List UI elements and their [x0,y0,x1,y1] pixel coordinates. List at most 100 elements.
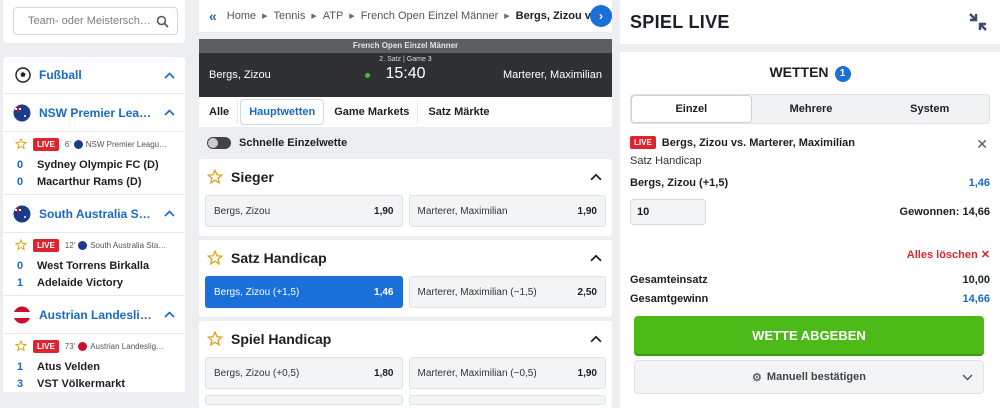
breadcrumb-item[interactable]: Home [227,10,256,22]
league-label: South Australia S… [39,206,151,221]
live-badge: LIVE [630,136,656,149]
close-icon[interactable]: ✕ [976,136,988,153]
austria-flag-icon [13,306,31,323]
star-icon[interactable] [15,340,27,352]
league-header[interactable]: Austrian Landesli… [3,296,185,334]
clear-all-button[interactable]: Alles löschen ✕ [630,248,990,261]
stake-row: 10 Gewonnen: 14,66 [630,199,990,225]
manual-confirm-label: Manuell bestätigen [766,371,866,383]
chevron-up-icon[interactable] [590,335,602,343]
team-score: 1 [17,276,24,289]
match-meta[interactable]: LIVE 6' NSW Premier Leagu… [3,132,185,156]
team-score: 1 [17,360,24,373]
tab-alle[interactable]: Alle [201,100,239,124]
chevron-up-icon[interactable] [590,254,602,262]
tab-einzel[interactable]: Einzel [631,95,752,123]
search-input[interactable]: Team- oder Meistersch… [13,7,178,35]
tab-hauptwetten[interactable]: Hauptwetten [240,99,325,125]
match-meta[interactable]: LIVE 73' Austrian Landeslig… [3,334,185,358]
odds-row: Bergs, Zizou 1,90 Marterer, Maximilian 1,9… [199,195,612,227]
odds-value: 1,90 [374,205,394,217]
football-icon [15,67,31,83]
team-score: 0 [17,175,24,188]
team-row[interactable]: 0 Macarthur Rams (D) [3,173,185,190]
chevron-right-icon[interactable]: › [590,5,612,27]
chevron-up-icon[interactable] [164,210,175,217]
odds-label: Marterer, Maximilian (−1,5) [417,286,537,298]
wetten-label: WETTEN [769,64,829,80]
market-header[interactable]: Spiel Handicap [199,321,612,357]
match-meta[interactable]: LIVE 12' South Australia Sta… [3,233,185,257]
odds-value: 1,90 [577,367,597,379]
total-stake-label: Gesamteinsatz [630,274,708,286]
double-chevron-left-icon[interactable]: « [209,8,217,24]
market-header[interactable]: Satz Handicap [199,240,612,276]
slip-event-row: LIVE Bergs, Zizou vs. Marterer, Maximili… [630,136,990,149]
chevron-up-icon[interactable] [164,109,175,116]
breadcrumb-item[interactable]: Tennis [274,10,306,22]
team-row[interactable]: 1 Adelaide Victory [3,274,185,291]
tab-system[interactable]: System [870,95,989,123]
breadcrumb-item[interactable]: French Open Einzel Männer [361,10,499,22]
australia-flag-icon [78,240,88,250]
quick-bet-label: Schnelle Einzelwette [239,137,348,149]
live-badge: LIVE [33,238,59,252]
odds-button[interactable]: Bergs, Zizou (+0,5) 1,80 [205,357,403,389]
chevron-up-icon[interactable] [590,173,602,181]
tab-mehrere[interactable]: Mehrere [752,95,871,123]
odds-button[interactable]: Bergs, Zizou 1,90 [205,195,403,227]
league-group: Austrian Landesli… LIVE 73' Austrian Lan… [3,295,185,392]
scoreboard-competition: French Open Einzel Männer [199,39,612,53]
search-icon[interactable] [156,15,169,28]
team-row[interactable]: 0 Sydney Olympic FC (D) [3,156,185,173]
odds-row: Bergs, Zizou (+1,5) 1,46 Marterer, Maximi… [199,276,612,308]
odds-row: Bergs, Zizou (+0,5) 1,80 Marterer, Maximi… [199,357,612,389]
star-icon[interactable] [15,138,27,150]
scoreboard-info: 2. Satz | Game 3 [379,56,432,63]
tab-satz-maerkte[interactable]: Satz Märkte [420,100,497,124]
slip-selection: Bergs, Zizou (+1,5) [630,177,729,189]
team-row[interactable]: 1 Atus Velden [3,358,185,375]
clear-all-label: Alles löschen [906,249,978,261]
market-sieger: Sieger Bergs, Zizou 1,90 Marterer, Maximi… [199,159,612,236]
odds-button[interactable]: Marterer, Maximilian 1,90 [408,195,606,227]
odds-button-selected[interactable]: Bergs, Zizou (+1,5) 1,46 [205,276,403,308]
breadcrumb-item[interactable]: ATP [323,10,344,22]
tab-game-markets[interactable]: Game Markets [326,100,419,124]
australia-flag-icon [13,205,31,222]
team-row[interactable]: 3 VST Völkermarkt [3,375,185,392]
star-icon[interactable] [207,169,223,185]
odds-label: Bergs, Zizou [214,205,271,217]
odds-value: 1,80 [374,367,394,379]
star-icon[interactable] [207,331,223,347]
bet-slip-title: WETTEN 1 [620,64,1000,82]
star-icon[interactable] [207,250,223,266]
place-bet-button[interactable]: WETTE ABGEBEN [634,316,984,354]
odds-button[interactable] [408,395,606,405]
breadcrumb: « Home ▶ Tennis ▶ ATP ▶ French Open Einzel … [199,0,612,32]
manual-confirm-dropdown[interactable]: ⚙ Manuell bestätigen [634,360,984,394]
team-name: VST Völkermarkt [37,377,126,390]
total-stake-row: Gesamteinsatz 10,00 [630,274,990,286]
collapse-icon[interactable] [968,12,988,32]
star-icon[interactable] [15,239,27,251]
live-badge: LIVE [33,137,59,151]
quick-bet-toggle[interactable] [207,137,231,149]
odds-button[interactable]: Marterer, Maximilian (−1,5) 2,50 [408,276,606,308]
odds-value: 1,90 [577,205,597,217]
league-header[interactable]: NSW Premier Lea… [3,94,185,132]
chevron-up-icon[interactable] [164,71,175,79]
stake-input[interactable]: 10 [630,199,706,225]
total-win-value: 14,66 [962,293,990,305]
odds-button[interactable]: Marterer, Maximilian (−0,5) 1,90 [408,357,606,389]
league-header[interactable]: South Australia S… [3,195,185,233]
match-minute: 6' [64,139,71,149]
chevron-up-icon[interactable] [164,311,175,318]
team-row[interactable]: 0 West Torrens Birkalla [3,257,185,274]
odds-button[interactable] [205,395,403,405]
match-minute: 12' [64,240,76,250]
odds-row [199,395,612,405]
slip-selection-row: Bergs, Zizou (+1,5) 1,46 [630,177,990,189]
market-header[interactable]: Sieger [199,159,612,195]
sport-header-football[interactable]: Fußball [3,57,185,93]
